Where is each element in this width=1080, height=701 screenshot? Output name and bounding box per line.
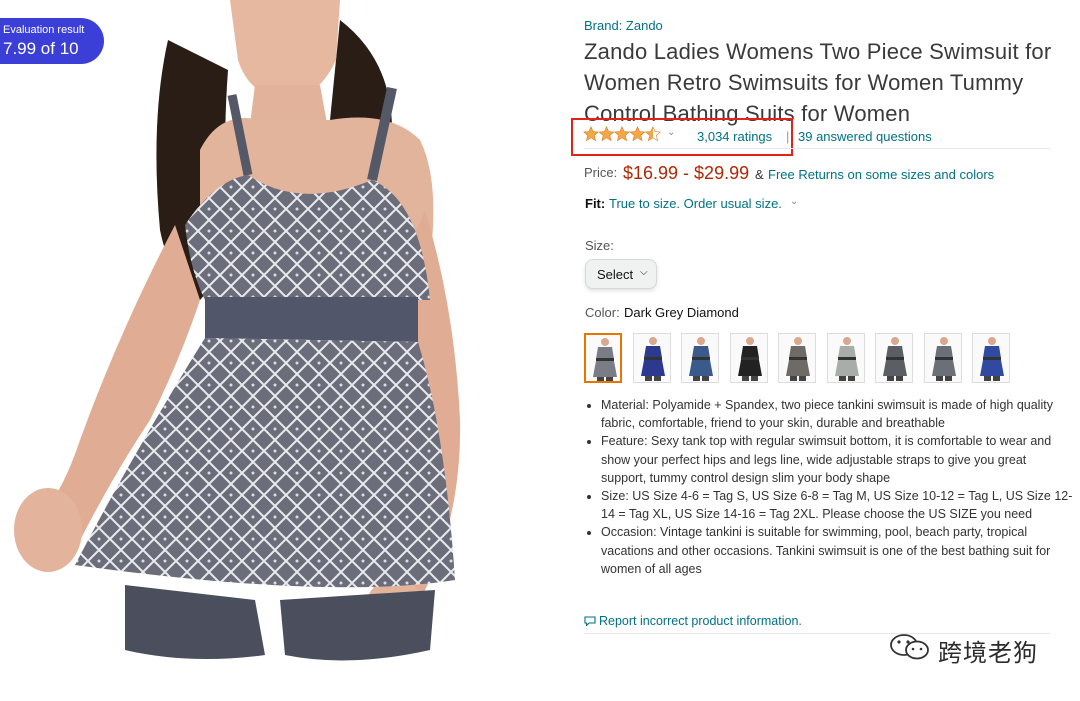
swatch-thumbnail: [737, 337, 762, 381]
answered-questions-link[interactable]: 39 answered questions: [798, 129, 932, 144]
color-swatch[interactable]: [875, 333, 913, 383]
color-swatch[interactable]: [729, 333, 768, 383]
size-label: Size:: [585, 238, 614, 253]
bullet-item: Feature: Sexy tank top with regular swim…: [601, 432, 1073, 487]
color-swatch[interactable]: [632, 333, 671, 383]
chevron-down-icon: ⌵: [640, 267, 648, 278]
swatch-thumbnail: [640, 337, 665, 381]
evaluation-label: Evaluation result: [3, 24, 85, 36]
color-value: Dark Grey Diamond: [624, 305, 739, 320]
size-dropdown-value: Select: [597, 267, 634, 282]
separator: |: [786, 129, 790, 144]
swatch-thumbnail: [786, 337, 810, 381]
swatch-thumbnail: [593, 338, 617, 381]
chevron-down-icon[interactable]: ⌄: [790, 196, 798, 207]
color-swatch[interactable]: [681, 333, 719, 383]
price-value: $16.99 - $29.99: [623, 163, 750, 183]
star-icon: [583, 126, 599, 142]
chevron-down-icon[interactable]: ⌄: [667, 127, 675, 138]
evaluation-badge: Evaluation result 7.99 of 10: [0, 18, 104, 64]
wechat-icon: [890, 634, 929, 660]
star-icon: [629, 126, 646, 142]
color-swatch[interactable]: [584, 333, 622, 383]
bullet-item: Occasion: Vintage tankini is suitable fo…: [601, 523, 1073, 578]
color-swatch[interactable]: [826, 333, 865, 383]
color-swatch[interactable]: [972, 333, 1010, 383]
feature-bullets: Material: Polyamide + Spandex, two piece…: [584, 396, 1073, 578]
fit-value-link[interactable]: True to size. Order usual size.: [609, 196, 782, 211]
bullet-item: Material: Polyamide + Spandex, two piece…: [601, 396, 1073, 432]
swatch-thumbnail: [980, 337, 1004, 381]
bullet-item: Size: US Size 4-6 = Tag S, US Size 6-8 =…: [601, 487, 1073, 523]
swatch-thumbnail: [689, 337, 713, 381]
ratings-count-link[interactable]: 3,034 ratings: [697, 129, 772, 144]
report-incorrect-info-link[interactable]: Report incorrect product information.: [599, 614, 802, 628]
model-photo: [14, 0, 461, 661]
brand-link[interactable]: Brand: Zando: [584, 18, 663, 33]
half-star-icon: [645, 126, 661, 142]
product-title: Zando Ladies Womens Two Piece Swimsuit f…: [584, 39, 1052, 126]
color-label: Color:: [585, 305, 620, 320]
color-swatch[interactable]: [923, 333, 962, 383]
price-label: Price:: [584, 165, 618, 180]
size-dropdown[interactable]: Select ⌵: [585, 259, 657, 289]
color-swatch[interactable]: [778, 333, 816, 383]
fit-label: Fit:: [585, 196, 606, 211]
star-icon: [614, 126, 630, 142]
free-returns-link[interactable]: Free Returns on some sizes and colors: [768, 167, 994, 182]
swatch-thumbnail: [883, 337, 907, 381]
product-main-image[interactable]: [0, 0, 560, 696]
star-rating[interactable]: [583, 126, 663, 142]
watermark-text: 跨境老狗: [938, 640, 1038, 667]
evaluation-score: 7.99 of 10: [3, 39, 79, 58]
price-ampersand: &: [755, 167, 764, 182]
divider: [584, 148, 1050, 149]
swatch-thumbnail: [834, 337, 859, 381]
speech-bubble-icon: [584, 616, 596, 626]
star-icon: [598, 126, 615, 142]
swatch-thumbnail: [931, 337, 956, 381]
